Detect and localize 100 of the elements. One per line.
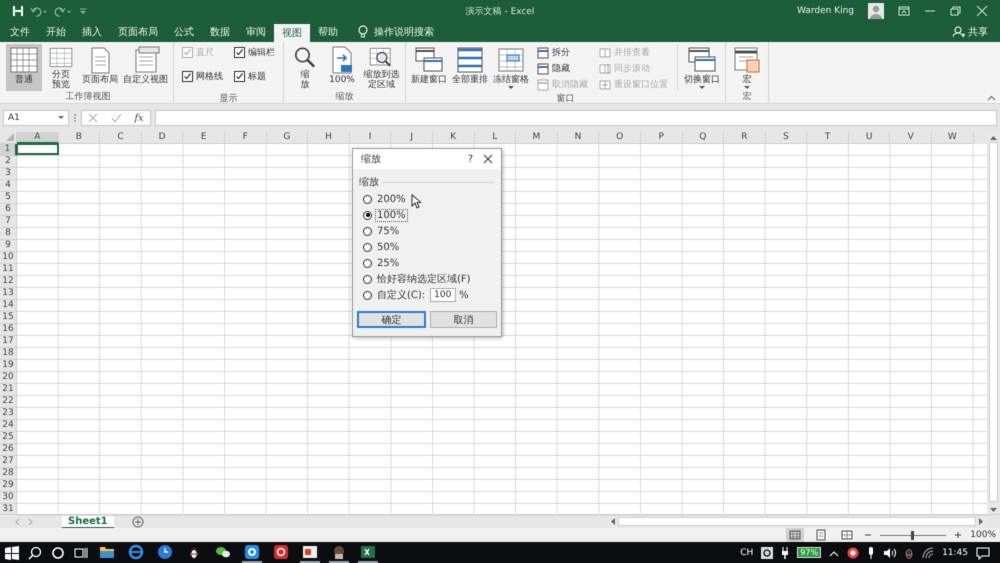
scroll-thumb[interactable] (989, 142, 998, 502)
row-header[interactable]: 3 (0, 168, 17, 180)
circle-icon[interactable] (51, 546, 65, 560)
checkbox-icon[interactable] (234, 47, 245, 58)
music-icon[interactable] (273, 544, 289, 560)
notification-icon[interactable] (976, 546, 990, 560)
add-sheet-icon[interactable] (132, 516, 144, 528)
radio-button[interactable] (363, 226, 372, 236)
checkbox[interactable]: 标题 (232, 70, 277, 83)
column-header[interactable]: I (350, 132, 392, 144)
radio-option[interactable]: 25% (363, 256, 402, 270)
input-method-icon[interactable] (761, 546, 774, 558)
ribbon-tab[interactable]: 数据 (202, 22, 238, 42)
search-hint[interactable]: 操作说明搜索 (374, 25, 434, 39)
ribbon-tab[interactable]: 插入 (74, 22, 110, 42)
row-header[interactable]: 21 (0, 384, 17, 396)
column-header[interactable]: W (932, 132, 974, 144)
column-header[interactable]: K (432, 132, 475, 144)
row-header[interactable]: 16 (0, 324, 17, 336)
row-header[interactable]: 6 (0, 204, 17, 216)
window-icon[interactable] (536, 62, 549, 74)
row-header[interactable]: 19 (0, 360, 17, 372)
row-header[interactable]: 14 (0, 300, 17, 312)
row-header[interactable]: 9 (0, 240, 17, 252)
row-header[interactable]: 8 (0, 228, 17, 240)
zoom-input[interactable]: 100 (430, 288, 456, 302)
row-header[interactable]: 10 (0, 252, 17, 264)
battery-indicator[interactable]: 97% (797, 547, 822, 558)
column-header[interactable]: S (766, 132, 808, 144)
row-header[interactable]: 22 (0, 396, 17, 408)
column-header[interactable]: U (848, 132, 890, 144)
selected-cell[interactable] (17, 144, 59, 155)
help-button[interactable]: ? (468, 154, 473, 164)
grid-icon[interactable] (789, 529, 802, 541)
caret-icon[interactable] (698, 86, 705, 90)
row-header[interactable]: 2 (0, 156, 17, 168)
page-quarters-icon[interactable] (841, 529, 854, 541)
radio-option[interactable]: 恰好容纳选定区域(F) (363, 271, 473, 287)
zoom-in-icon[interactable] (954, 531, 962, 539)
caret-icon[interactable] (744, 86, 750, 90)
column-header[interactable]: C (100, 132, 142, 144)
caret-up-icon[interactable] (829, 548, 840, 556)
ribbon-tab[interactable]: 开始 (38, 22, 74, 42)
column-header[interactable]: M (516, 132, 558, 144)
browser-icon[interactable] (244, 544, 260, 560)
ribbon-button[interactable]: 缩放 (287, 44, 323, 91)
row-header[interactable]: 27 (0, 456, 17, 468)
ribbon-tab[interactable]: 视图 (274, 24, 310, 42)
row-header[interactable]: 30 (0, 492, 17, 504)
ribbon-button[interactable]: 缩放到选定区域 (361, 44, 402, 91)
slider-thumb[interactable] (911, 530, 914, 540)
column-header[interactable]: J (391, 132, 433, 144)
row-header[interactable]: 29 (0, 480, 17, 492)
row-header[interactable]: 20 (0, 372, 17, 384)
row-header[interactable]: 12 (0, 276, 17, 288)
radio-button[interactable] (363, 258, 372, 268)
column-header[interactable]: T (807, 132, 849, 144)
collapse-ribbon-icon[interactable] (987, 95, 996, 101)
formula-input[interactable] (155, 110, 997, 126)
row-header[interactable]: 28 (0, 468, 17, 480)
checkbox-icon[interactable] (182, 71, 193, 82)
ribbon-button[interactable]: 普通 (6, 44, 42, 91)
row-header[interactable]: 1 (0, 144, 17, 156)
row-header[interactable]: 7 (0, 216, 17, 228)
browser-app-button[interactable] (242, 542, 262, 563)
column-header[interactable]: N (558, 132, 600, 144)
radio-button[interactable] (363, 242, 372, 252)
clock-icon[interactable] (157, 544, 173, 560)
radio-option[interactable]: 50% (363, 240, 402, 254)
row-header[interactable]: 25 (0, 432, 17, 444)
vertical-scrollbar[interactable] (987, 132, 1000, 516)
dialog-button[interactable]: 取消 (430, 311, 497, 328)
ribbon-button[interactable]: 拆分 (534, 46, 590, 59)
scroll-right-icon[interactable] (979, 518, 984, 525)
row-header[interactable]: 11 (0, 264, 17, 276)
caret-icon[interactable] (508, 86, 514, 90)
column-header[interactable]: P (640, 132, 682, 144)
redo-icon[interactable] (54, 5, 72, 17)
ribbon-tab[interactable]: 文件 (2, 22, 38, 42)
sheet-tab[interactable]: Sheet1 (62, 514, 114, 528)
column-header[interactable]: E (183, 132, 225, 144)
row-header[interactable]: 15 (0, 312, 17, 324)
ribbon-button[interactable]: 新建窗口 (408, 44, 449, 91)
ribbon-tab[interactable]: 公式 (166, 22, 202, 42)
grid-icon[interactable] (8, 45, 40, 75)
wifi-icon[interactable] (922, 546, 934, 558)
window-icon[interactable] (536, 46, 549, 58)
radio-option[interactable]: 75% (363, 224, 402, 238)
view-button[interactable] (786, 528, 804, 542)
row-header[interactable]: 18 (0, 348, 17, 360)
lightbulb-icon[interactable] (358, 25, 368, 39)
close-icon[interactable] (483, 154, 493, 164)
record-icon[interactable] (847, 546, 860, 558)
column-header[interactable]: V (890, 132, 932, 144)
restore-icon[interactable] (950, 6, 962, 16)
scroll-up-icon[interactable] (990, 135, 997, 140)
row-header[interactable]: 17 (0, 336, 17, 348)
radio-button[interactable] (363, 210, 372, 220)
slides-icon[interactable] (302, 544, 318, 560)
undo-icon[interactable] (30, 5, 48, 17)
